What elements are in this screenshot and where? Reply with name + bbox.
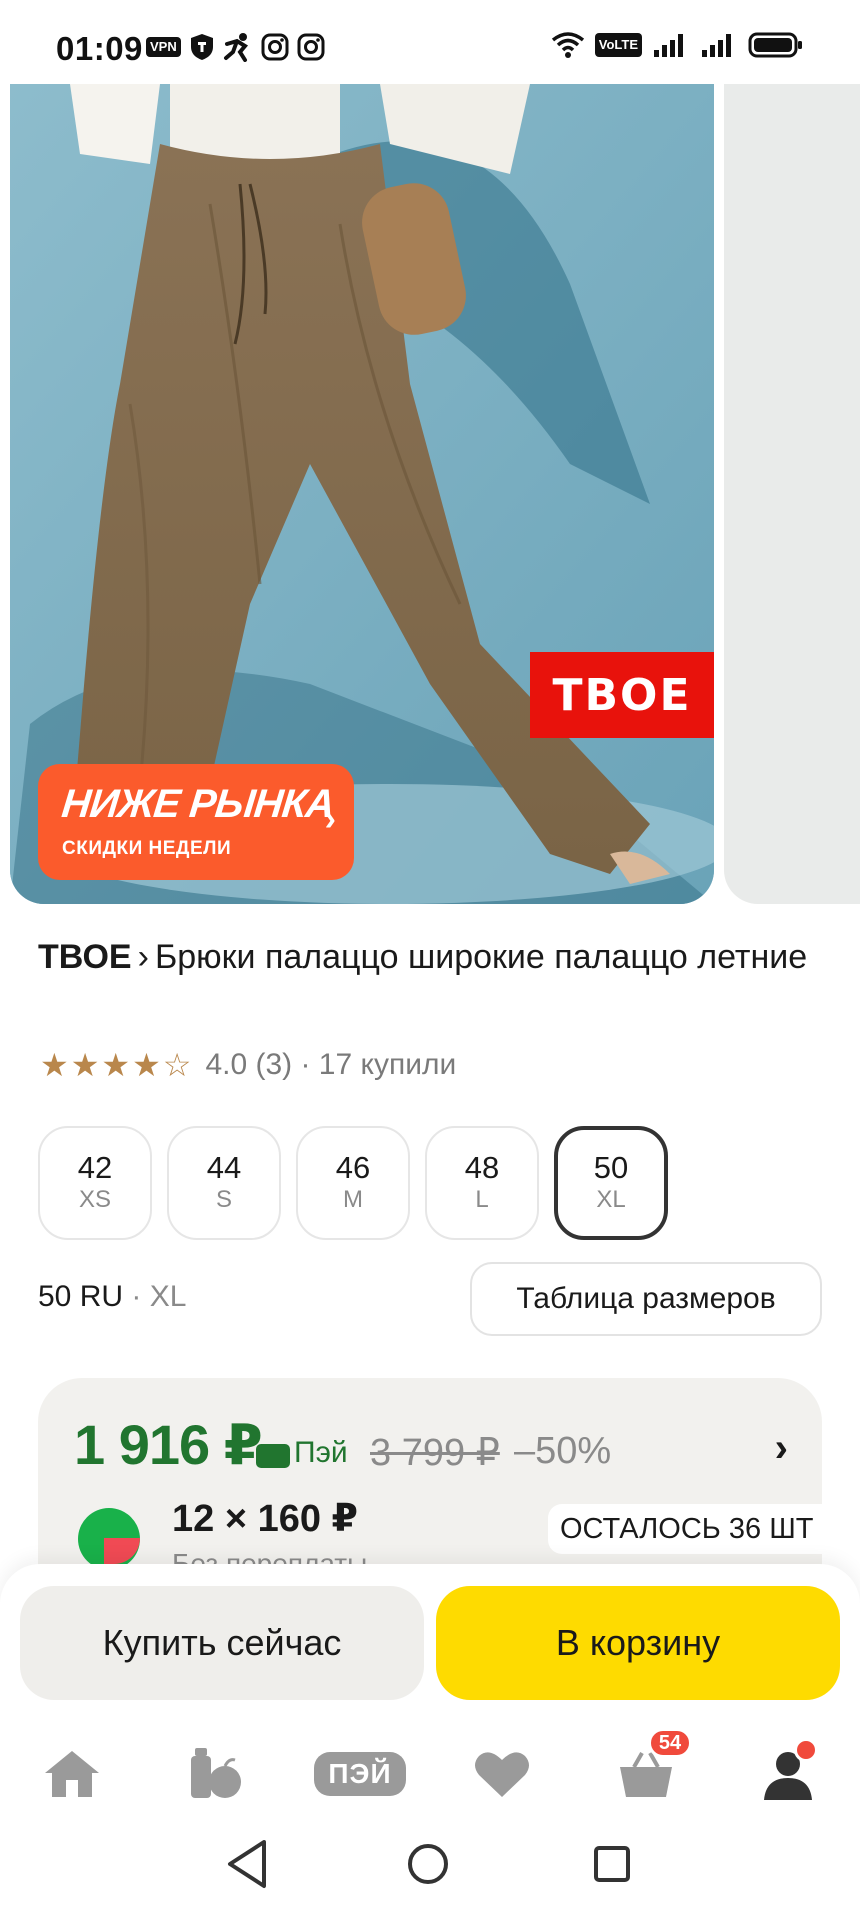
battery-icon bbox=[748, 30, 804, 60]
add-to-cart-button[interactable]: В корзину bbox=[436, 1586, 840, 1700]
size-table-button[interactable]: Таблица размеров bbox=[470, 1262, 822, 1336]
next-photo-preview[interactable] bbox=[724, 84, 860, 904]
size-chip[interactable]: 42 XS bbox=[38, 1126, 152, 1240]
current-price: 1 916 ₽ bbox=[74, 1413, 263, 1476]
size-number: 50 bbox=[593, 1150, 629, 1185]
star-outline-icon: ☆ bbox=[162, 1047, 192, 1083]
nav-favorites[interactable] bbox=[462, 1734, 542, 1814]
cart-count-badge: 54 bbox=[648, 1728, 692, 1758]
pay-label: ПЭЙ bbox=[314, 1752, 406, 1796]
size-chip[interactable]: 46 M bbox=[296, 1126, 410, 1240]
nav-catalog[interactable] bbox=[174, 1734, 254, 1814]
size-chip-selected[interactable]: 50 XL bbox=[554, 1126, 668, 1240]
status-time: 01:09 bbox=[56, 30, 143, 67]
size-letter: S bbox=[215, 1186, 232, 1213]
shield-icon bbox=[189, 32, 215, 62]
stock-label: ОСТАЛОСЬ 36 ШТ bbox=[548, 1504, 826, 1554]
signal-icon bbox=[700, 30, 738, 60]
chevron-right-icon: › bbox=[137, 938, 149, 976]
size-number: 42 bbox=[77, 1150, 113, 1185]
old-price: 3 799 ₽ bbox=[370, 1432, 500, 1474]
status-left-icons: VPN bbox=[146, 32, 325, 62]
selected-size-info: 50 RU · XL bbox=[38, 1280, 186, 1314]
status-right-icons: VoLTE bbox=[551, 30, 804, 60]
size-ru: 50 RU bbox=[38, 1280, 124, 1313]
home-circle-icon bbox=[408, 1844, 448, 1884]
catalog-icon bbox=[191, 1748, 241, 1798]
size-letter: L bbox=[475, 1186, 489, 1213]
heart-icon bbox=[475, 1752, 529, 1797]
nav-home[interactable] bbox=[32, 1734, 112, 1814]
recents-icon bbox=[594, 1846, 630, 1882]
product-gallery[interactable]: ТВОЕ НИЖЕ РЫНКА СКИДКИ НЕДЕЛИ › bbox=[0, 84, 860, 904]
nav-cart[interactable]: 54 bbox=[606, 1728, 692, 1814]
system-nav-bar bbox=[0, 1820, 860, 1920]
star-icon: ★ bbox=[132, 1047, 161, 1083]
chevron-right-icon: › bbox=[324, 800, 336, 838]
buy-now-button[interactable]: Купить сейчас bbox=[20, 1586, 424, 1700]
system-nav-icons bbox=[228, 1840, 630, 1888]
chevron-right-icon[interactable]: › bbox=[775, 1426, 788, 1471]
instagram-icon bbox=[297, 32, 325, 62]
status-bar: 01:09 VPN VoLTE bbox=[0, 0, 860, 84]
star-icon: ★ bbox=[70, 1047, 100, 1083]
brand-badge: ТВОЕ bbox=[530, 652, 714, 738]
volte-icon: VoLTE bbox=[594, 33, 642, 57]
vpn-icon: VPN bbox=[146, 37, 181, 57]
promo-banner[interactable]: НИЖЕ РЫНКА СКИДКИ НЕДЕЛИ › bbox=[38, 764, 354, 880]
card-icon bbox=[256, 1444, 290, 1468]
product-title: ТВОЕ › Брюки палаццо широкие палаццо летни… bbox=[38, 934, 828, 980]
size-letter: XL bbox=[596, 1186, 626, 1213]
signal-icon bbox=[652, 30, 690, 60]
size-intl: · XL bbox=[123, 1280, 187, 1313]
pay-label: Пэй bbox=[294, 1436, 348, 1469]
instagram-icon bbox=[261, 32, 289, 62]
nav-profile[interactable] bbox=[748, 1734, 828, 1814]
home-icon bbox=[45, 1751, 99, 1797]
size-number: 44 bbox=[206, 1150, 242, 1185]
split-logo-icon bbox=[78, 1508, 140, 1570]
back-icon bbox=[228, 1840, 266, 1888]
discount-label: –50% bbox=[514, 1430, 612, 1472]
rating-row[interactable]: ★ ★ ★ ★ ☆ 4.0 (3) · 17 купили bbox=[40, 1046, 456, 1084]
notification-dot bbox=[794, 1738, 818, 1762]
rating-text: 4.0 (3) · 17 купили bbox=[205, 1048, 457, 1081]
size-number: 46 bbox=[335, 1150, 371, 1185]
split-amount: 12 × 160 ₽ bbox=[172, 1498, 358, 1540]
size-letter: XS bbox=[78, 1186, 111, 1213]
star-icon: ★ bbox=[40, 1047, 69, 1083]
size-number: 48 bbox=[464, 1150, 500, 1185]
size-chip[interactable]: 48 L bbox=[425, 1126, 539, 1240]
nav-pay[interactable]: ПЭЙ bbox=[310, 1734, 410, 1814]
size-letter: M bbox=[343, 1186, 363, 1213]
brand-link[interactable]: ТВОЕ bbox=[38, 938, 132, 976]
product-photo[interactable]: ТВОЕ НИЖЕ РЫНКА СКИДКИ НЕДЕЛИ › bbox=[10, 84, 714, 904]
product-name: Брюки палаццо широкие палаццо летние bbox=[154, 938, 808, 976]
bottom-nav: ПЭЙ 54 bbox=[0, 1724, 860, 1824]
wifi-icon bbox=[551, 30, 585, 60]
star-icon: ★ bbox=[101, 1047, 131, 1083]
promo-subtitle: СКИДКИ НЕДЕЛИ bbox=[62, 838, 232, 859]
running-person-icon bbox=[223, 32, 253, 62]
size-chip[interactable]: 44 S bbox=[167, 1126, 281, 1240]
promo-title: НИЖЕ РЫНКА bbox=[59, 782, 336, 826]
size-selector: 42 XS 44 S 46 M 48 L 50 XL bbox=[38, 1126, 668, 1240]
